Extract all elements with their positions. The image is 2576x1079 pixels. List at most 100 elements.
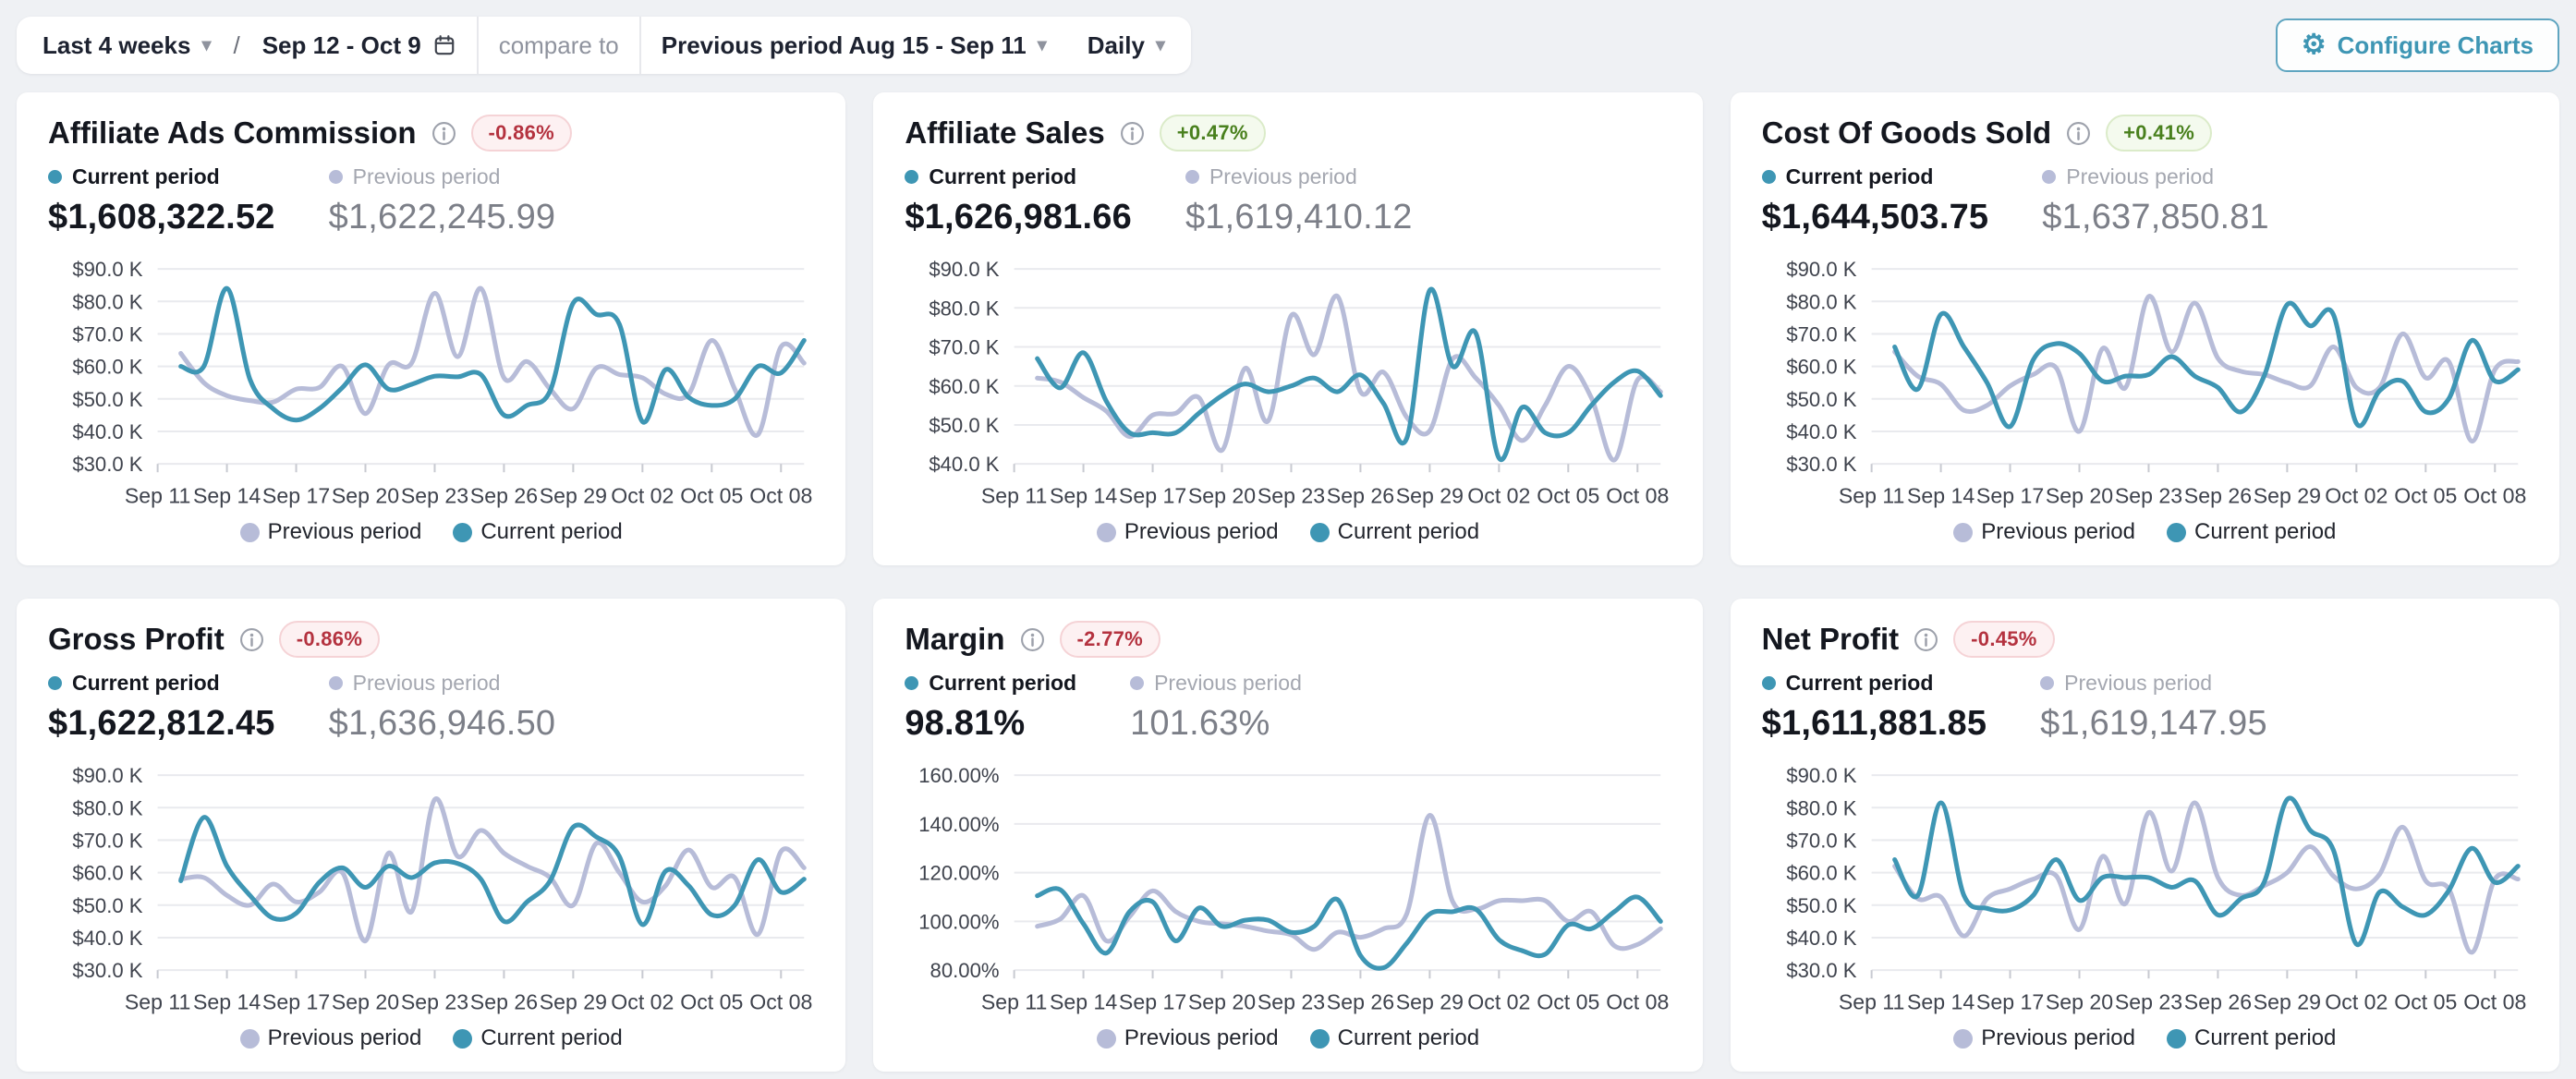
legend-current-period[interactable]: Current period — [453, 519, 622, 545]
svg-text:Sep 20: Sep 20 — [2046, 483, 2113, 507]
info-icon[interactable] — [1914, 627, 1938, 652]
legend-current-period[interactable]: Current period — [1310, 1025, 1479, 1051]
legend-current-period[interactable]: Current period — [1310, 519, 1479, 545]
svg-text:Sep 26: Sep 26 — [470, 989, 538, 1013]
svg-text:Sep 11: Sep 11 — [981, 989, 1048, 1013]
info-icon[interactable] — [1120, 121, 1145, 146]
svg-text:Sep 14: Sep 14 — [193, 483, 261, 507]
svg-text:$90.0 K: $90.0 K — [72, 258, 142, 281]
previous-period-value: $1,619,147.95 — [2040, 704, 2267, 744]
svg-text:80.00%: 80.00% — [930, 959, 1000, 982]
svg-text:Oct 02: Oct 02 — [2325, 989, 2388, 1013]
svg-text:Sep 20: Sep 20 — [2046, 989, 2113, 1013]
svg-text:Oct 08: Oct 08 — [749, 483, 812, 507]
legend-previous-period[interactable]: Previous period — [1953, 1025, 2135, 1051]
calendar-icon — [432, 33, 456, 57]
comparison-line-chart: 160.00%140.00%120.00%100.00%80.00%Sep 11… — [905, 762, 1671, 1024]
svg-text:Sep 23: Sep 23 — [2115, 483, 2182, 507]
svg-text:Sep 29: Sep 29 — [2253, 483, 2320, 507]
range-preset-dropdown[interactable]: Last 4 weeks ▾ — [22, 31, 231, 60]
legend-previous-period[interactable]: Previous period — [1953, 519, 2135, 545]
previous-series-label: Previous period — [1124, 1025, 1279, 1051]
previous-series-label: Previous period — [268, 1025, 422, 1051]
current-period-value: 98.81% — [905, 704, 1076, 744]
current-period-value: $1,608,322.52 — [48, 198, 275, 237]
current-period-label: Current period — [72, 164, 220, 189]
comparison-line-chart: $90.0 K$80.0 K$70.0 K$60.0 K$50.0 K$40.0… — [1762, 762, 2528, 1024]
previous-period-label: Previous period — [2064, 671, 2212, 696]
svg-text:Oct 05: Oct 05 — [1537, 483, 1600, 507]
previous-series-dot — [1953, 523, 1973, 542]
current-period-label: Current period — [929, 164, 1076, 189]
svg-text:Sep 14: Sep 14 — [1907, 483, 1975, 507]
legend-previous-period[interactable]: Previous period — [240, 1025, 422, 1051]
previous-period-dot — [329, 676, 343, 690]
info-icon[interactable] — [1020, 627, 1045, 652]
svg-text:Sep 26: Sep 26 — [1327, 989, 1394, 1013]
svg-text:$50.0 K: $50.0 K — [72, 894, 142, 917]
current-series-dot — [2167, 1029, 2186, 1049]
previous-series-label: Previous period — [1124, 519, 1279, 545]
card-title: Margin — [905, 622, 1004, 657]
current-series-dot — [1310, 523, 1330, 542]
previous-period-label: Previous period — [1154, 671, 1302, 696]
card-title: Cost Of Goods Sold — [1762, 115, 2051, 151]
svg-text:$40.0 K: $40.0 K — [1786, 927, 1856, 950]
svg-text:$60.0 K: $60.0 K — [930, 375, 1000, 398]
legend-previous-period[interactable]: Previous period — [240, 519, 422, 545]
svg-text:Sep 14: Sep 14 — [1907, 989, 1975, 1013]
svg-text:140.00%: 140.00% — [919, 813, 1000, 836]
svg-text:120.00%: 120.00% — [919, 862, 1000, 885]
kpi-card-affiliate-sales: Affiliate Sales +0.47% Current period $1… — [873, 92, 1702, 565]
svg-text:$60.0 K: $60.0 K — [1786, 356, 1856, 379]
svg-text:Oct 05: Oct 05 — [2394, 483, 2457, 507]
info-icon[interactable] — [239, 627, 264, 652]
previous-period-label: Previous period — [1209, 164, 1357, 189]
date-range-picker[interactable]: Sep 12 - Oct 9 — [242, 31, 477, 60]
svg-text:$80.0 K: $80.0 K — [1786, 796, 1856, 819]
svg-text:Oct 02: Oct 02 — [2325, 483, 2388, 507]
change-badge: -0.45% — [1953, 621, 2055, 658]
comparison-line-chart: $90.0 K$80.0 K$70.0 K$60.0 K$50.0 K$40.0… — [905, 256, 1671, 517]
legend-previous-period[interactable]: Previous period — [1097, 519, 1279, 545]
compare-period-dropdown[interactable]: Previous period Aug 15 - Sep 11 ▾ — [641, 31, 1067, 60]
previous-series-dot — [1097, 523, 1116, 542]
card-title: Gross Profit — [48, 622, 225, 657]
previous-period-label: Previous period — [353, 671, 501, 696]
current-period-label: Current period — [1786, 164, 1934, 189]
legend-current-period[interactable]: Current period — [453, 1025, 622, 1051]
svg-text:Oct 05: Oct 05 — [1537, 989, 1600, 1013]
current-series-label: Current period — [1338, 1025, 1479, 1051]
previous-period-value: $1,622,245.99 — [329, 198, 556, 237]
comparison-line-chart: $90.0 K$80.0 K$70.0 K$60.0 K$50.0 K$40.0… — [48, 762, 814, 1024]
kpi-card-margin: Margin -2.77% Current period 98.81% — [873, 599, 1702, 1072]
previous-period-stat: Previous period $1,622,245.99 — [329, 164, 556, 237]
current-period-value: $1,626,981.66 — [905, 198, 1132, 237]
previous-period-stat: Previous period $1,619,410.12 — [1185, 164, 1413, 237]
info-icon[interactable] — [2066, 121, 2091, 146]
svg-text:Oct 08: Oct 08 — [2463, 989, 2526, 1013]
svg-text:Sep 17: Sep 17 — [1976, 989, 2044, 1013]
card-title: Affiliate Sales — [905, 115, 1104, 151]
svg-text:$60.0 K: $60.0 K — [72, 862, 142, 885]
previous-series-dot — [1097, 1029, 1116, 1049]
svg-text:$40.0 K: $40.0 K — [1786, 420, 1856, 443]
legend-previous-period[interactable]: Previous period — [1097, 1025, 1279, 1051]
svg-text:$70.0 K: $70.0 K — [1786, 829, 1856, 852]
configure-charts-button[interactable]: ⚙ Configure Charts — [2276, 18, 2559, 72]
card-title: Affiliate Ads Commission — [48, 115, 417, 151]
current-series-dot — [2167, 523, 2186, 542]
info-icon[interactable] — [431, 121, 456, 146]
current-period-dot — [48, 676, 62, 690]
svg-text:$50.0 K: $50.0 K — [1786, 894, 1856, 917]
granularity-dropdown[interactable]: Daily ▾ — [1067, 31, 1185, 60]
svg-text:$60.0 K: $60.0 K — [72, 356, 142, 379]
svg-text:$50.0 K: $50.0 K — [1786, 388, 1856, 411]
current-period-label: Current period — [929, 671, 1076, 696]
current-series-dot — [453, 1029, 472, 1049]
svg-text:Sep 17: Sep 17 — [262, 483, 330, 507]
previous-period-stat: Previous period 101.63% — [1130, 671, 1302, 744]
legend-current-period[interactable]: Current period — [2167, 519, 2336, 545]
legend-current-period[interactable]: Current period — [2167, 1025, 2336, 1051]
svg-text:Sep 17: Sep 17 — [1119, 483, 1186, 507]
